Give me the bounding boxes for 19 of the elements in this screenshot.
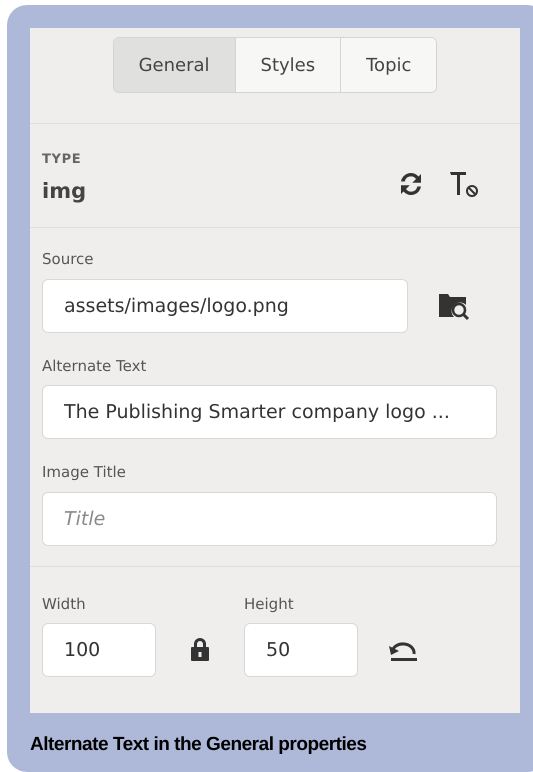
width-field[interactable]: 100 [42,623,156,677]
type-value: img [42,178,86,204]
tab[interactable]: Topic [340,38,436,92]
lock-icon[interactable] [188,636,212,662]
type-label: TYPE [42,151,82,169]
height-label: Height [244,594,295,614]
tab[interactable]: Styles [234,38,340,92]
width-label: Width [42,594,87,614]
image-title-label: Image Title [42,462,127,483]
source-field[interactable]: assets/images/logo.png [42,278,408,332]
image-title-field[interactable]: Title [42,492,497,546]
alternate-text-label: Alternate Text [42,356,148,376]
clear-format-icon[interactable] [448,169,480,199]
source-label: Source [42,249,95,270]
tab[interactable]: General [114,38,235,92]
alternate-text-field[interactable]: The Publishing Smarter company logo ... [42,385,497,439]
height-field[interactable]: 50 [244,623,358,677]
undo-icon[interactable] [388,640,418,662]
figure-caption: Alternate Text in the General properties [30,733,368,757]
